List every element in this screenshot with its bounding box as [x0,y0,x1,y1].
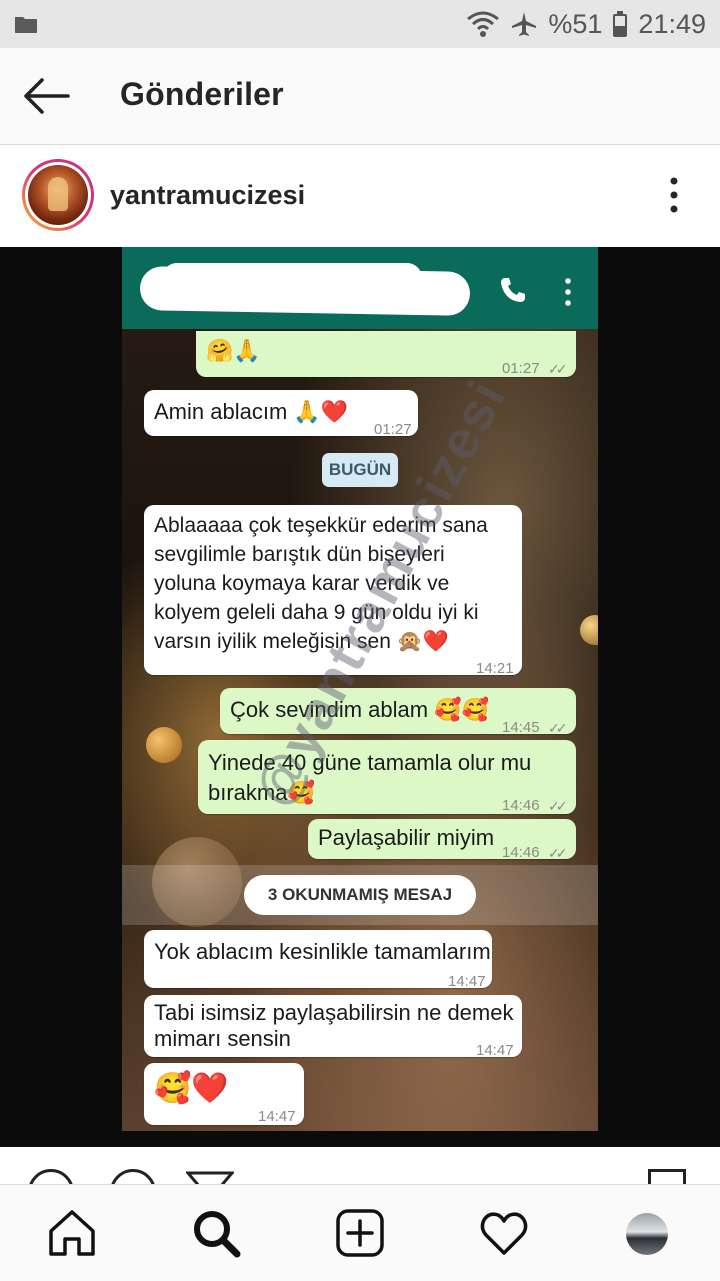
message-text: 🥰❤️ [154,1072,229,1105]
message-time: 14:47 [476,1042,514,1059]
planet-decor [580,615,598,645]
message-text: 🤗🙏 [206,338,261,363]
read-ticks: ✓✓ [548,845,568,861]
post-action-row [0,1147,720,1184]
message-text: Amin ablacım 🙏❤️ [154,399,349,424]
like-icon[interactable] [28,1169,74,1184]
post-header: yantramucizesi [0,145,720,247]
avatar[interactable] [22,159,94,231]
phone-icon [501,278,525,302]
battery-icon [613,11,628,37]
message-bubble-outgoing: 🤗🙏 01:27 ✓✓ [196,331,576,377]
post-image[interactable]: 🤗🙏 01:27 ✓✓ Amin ablacım 🙏❤️ 01:27 BUGÜN… [0,247,720,1147]
read-ticks: ✓✓ [548,798,568,814]
message-bubble-incoming: Amin ablacım 🙏❤️ 01:27 [144,390,418,438]
message-time: 01:27 [502,360,540,377]
read-ticks: ✓✓ [548,361,568,377]
wifi-icon [467,11,500,37]
bookmark-icon[interactable] [648,1169,686,1184]
status-bar: %51 21:49 [0,0,720,48]
chat-screenshot: 🤗🙏 01:27 ✓✓ Amin ablacım 🙏❤️ 01:27 BUGÜN… [122,247,598,1131]
clock: 21:49 [638,8,706,39]
message-bubble-outgoing: Paylaşabilir miyim 14:46 ✓✓ [308,819,576,861]
battery-percent: %51 [548,8,603,39]
message-text: Tabi isimsiz paylaşabilirsin ne demek mi… [154,1000,514,1051]
message-time: 14:45 [502,719,540,736]
unread-messages-chip: 3 OKUNMAMIŞ MESAJ [244,875,476,915]
app-header: Gönderiler [0,48,720,145]
planet-decor [146,727,182,763]
day-separator: BUGÜN [322,453,398,487]
chat-header [122,247,598,329]
search-icon[interactable] [190,1207,242,1259]
profile-avatar[interactable] [626,1213,668,1255]
bottom-navigation [0,1184,720,1281]
message-bubble-incoming: Tabi isimsiz paylaşabilirsin ne demek mi… [144,995,522,1059]
page-title: Gönderiler [120,76,284,112]
message-text: Paylaşabilir miyim [318,825,495,850]
share-icon[interactable] [186,1171,234,1184]
redacted-contact [162,263,422,293]
message-bubble-incoming: Yok ablacım kesinlikle tamamlarım 14:47 [144,930,492,990]
message-time: 14:47 [258,1108,296,1125]
vertical-dots-icon [565,278,571,306]
arrow-left-icon[interactable] [18,70,74,122]
message-time: 01:27 [374,421,412,438]
add-post-icon[interactable] [334,1207,386,1259]
airplane-icon [512,12,537,36]
post-username[interactable]: yantramucizesi [110,180,305,211]
folder-icon [15,17,37,33]
message-time: 14:46 [502,797,540,814]
heart-icon[interactable] [478,1207,530,1259]
status-icons: %51 21:49 [466,6,706,42]
message-time: 14:21 [476,660,514,677]
message-time: 14:46 [502,844,540,861]
message-bubble-incoming: 🥰❤️ 14:47 [144,1063,304,1125]
comment-icon[interactable] [110,1169,156,1184]
message-time: 14:47 [448,973,486,990]
message-text: Çok sevindim ablam 🥰🥰 [230,697,489,722]
message-text: Yok ablacım kesinlikle tamamlarım [154,939,491,964]
vertical-dots-icon[interactable] [664,175,684,215]
home-icon[interactable] [46,1207,98,1259]
read-ticks: ✓✓ [548,720,568,736]
